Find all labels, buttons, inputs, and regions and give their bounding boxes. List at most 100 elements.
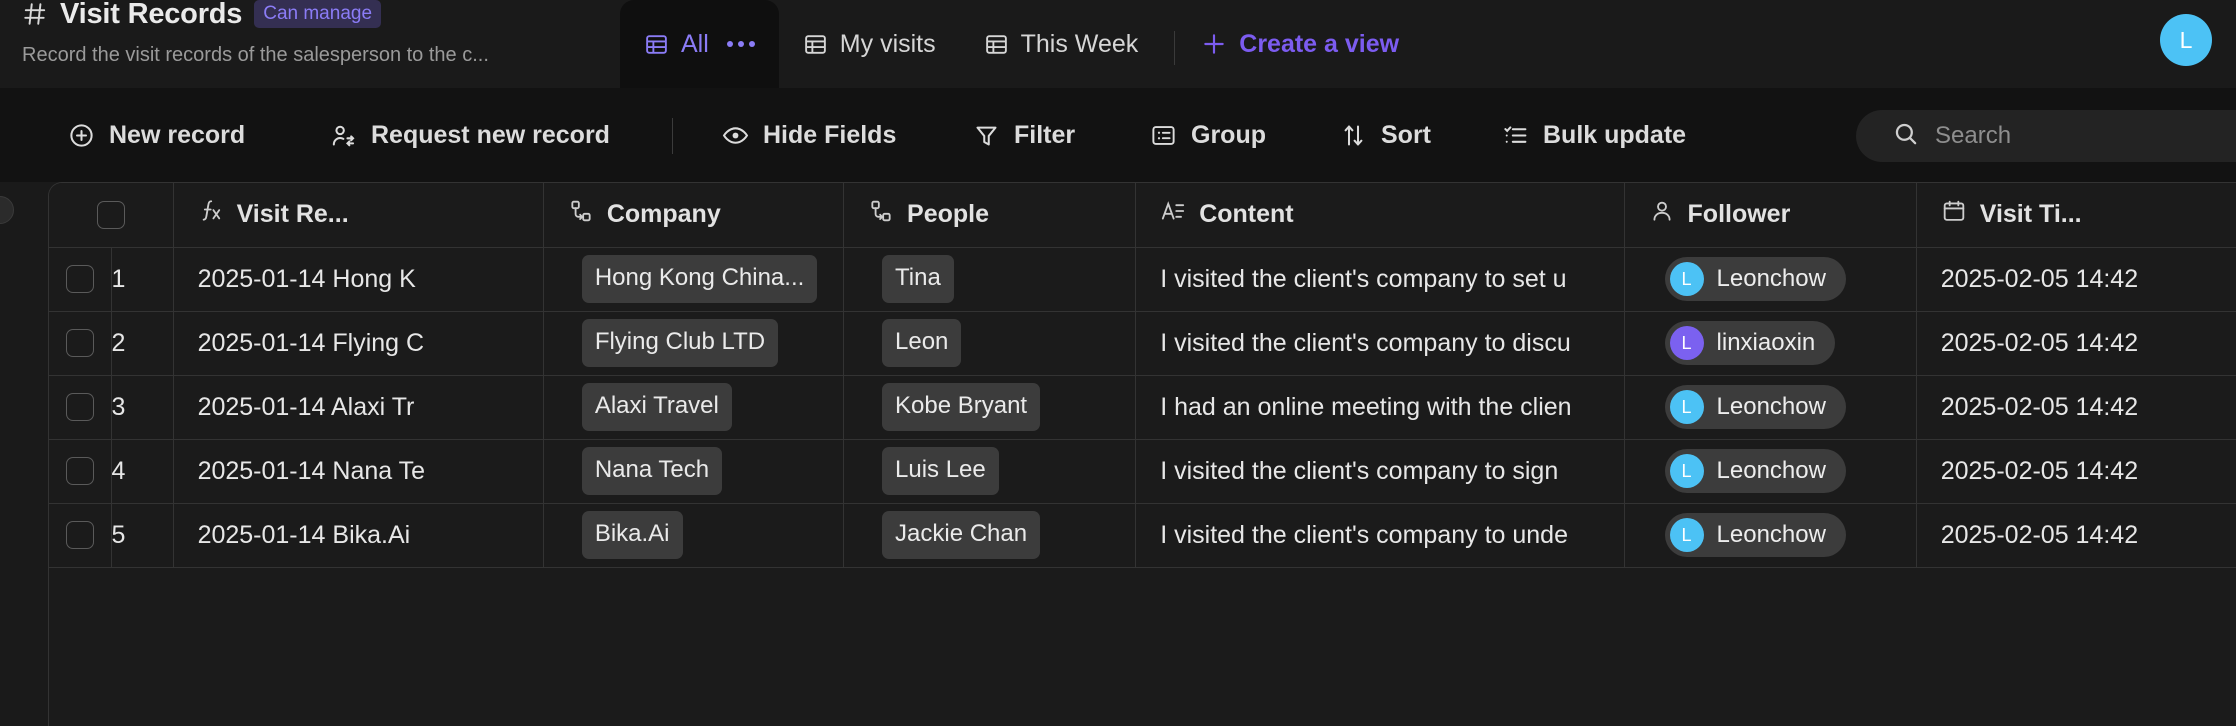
cell-people[interactable]: Jackie Chan (843, 503, 1137, 568)
row-select-cell[interactable] (49, 311, 112, 376)
row-select-cell[interactable] (49, 247, 112, 312)
table-row[interactable]: 4 2025-01-14 Nana Te Nana Tech Luis Lee … (49, 439, 2236, 504)
cell-visit-time[interactable]: 2025-02-05 14:42 (1916, 503, 2236, 568)
create-view-button[interactable]: Create a view (1187, 0, 1413, 88)
company-chip[interactable]: Flying Club LTD (581, 319, 779, 367)
follower-chip[interactable]: L Leonchow (1664, 449, 1846, 493)
cell-content[interactable]: I visited the client's company to unde (1135, 503, 1625, 568)
cell-company[interactable]: Bika.Ai (543, 503, 845, 568)
view-tabs: All My visits This Week Create a view (620, 0, 1413, 88)
company-chip[interactable]: Bika.Ai (581, 511, 683, 559)
search-input[interactable] (1935, 122, 2236, 150)
follower-chip[interactable]: L Leonchow (1664, 257, 1846, 301)
cell-content[interactable]: I visited the client's company to discu (1135, 311, 1625, 376)
tabs-divider (1174, 31, 1176, 65)
people-chip[interactable]: Jackie Chan (882, 511, 1041, 559)
cell-visit-re[interactable]: 2025-01-14 Nana Te (173, 439, 544, 504)
table-row[interactable]: 5 2025-01-14 Bika.Ai Bika.Ai Jackie Chan… (49, 503, 2236, 568)
cell-visit-re[interactable]: 2025-01-14 Hong K (173, 247, 544, 312)
search-box[interactable] (1856, 110, 2236, 162)
cell-visit-re[interactable]: 2025-01-14 Bika.Ai (173, 503, 544, 568)
cell-value: 2025-02-05 14:42 (1940, 456, 2139, 485)
select-all-header[interactable] (49, 183, 174, 248)
people-chip[interactable]: Leon (882, 319, 962, 367)
cell-value: I had an online meeting with the clien (1160, 392, 1572, 421)
cell-value: 2025-02-05 14:42 (1940, 264, 2139, 293)
follower-chip[interactable]: L Leonchow (1664, 513, 1846, 557)
sort-button[interactable]: Sort (1330, 108, 1441, 162)
table-row[interactable]: 3 2025-01-14 Alaxi Tr Alaxi Travel Kobe … (49, 375, 2236, 440)
hide-fields-button[interactable]: Hide Fields (712, 108, 906, 162)
column-header-visit-re[interactable]: Visit Re... (173, 183, 544, 248)
row-select-cell[interactable] (49, 375, 112, 440)
row-checkbox[interactable] (65, 521, 94, 549)
tab-all[interactable]: All (620, 0, 779, 88)
follower-chip[interactable]: L linxiaoxin (1664, 321, 1836, 365)
cell-content[interactable]: I had an online meeting with the clien (1135, 375, 1625, 440)
follower-avatar: L (1669, 518, 1704, 552)
follower-name: Leonchow (1716, 457, 1826, 484)
company-chip[interactable]: Hong Kong China... (581, 255, 818, 303)
column-header-company[interactable]: Company (543, 183, 845, 248)
cell-people[interactable]: Tina (843, 247, 1137, 312)
cell-follower[interactable]: L Leonchow (1624, 375, 1917, 440)
cell-visit-re[interactable]: 2025-01-14 Flying C (173, 311, 544, 376)
cell-people[interactable]: Luis Lee (843, 439, 1137, 504)
company-chip[interactable]: Alaxi Travel (581, 383, 732, 431)
column-label: Follower (1687, 200, 1791, 229)
row-checkbox[interactable] (65, 393, 94, 421)
cell-visit-re[interactable]: 2025-01-14 Alaxi Tr (173, 375, 544, 440)
cell-follower[interactable]: L Leonchow (1624, 439, 1917, 504)
title-block: Visit Records Can manage Record the visi… (22, 0, 489, 67)
request-new-record-button[interactable]: Request new record (320, 108, 620, 162)
cell-value: 2025-01-14 Flying C (197, 328, 425, 357)
people-chip[interactable]: Tina (882, 255, 954, 303)
cell-visit-time[interactable]: 2025-02-05 14:42 (1916, 375, 2236, 440)
select-all-checkbox[interactable] (96, 200, 125, 229)
table-row[interactable]: 1 2025-01-14 Hong K Hong Kong China... T… (49, 247, 2236, 312)
column-header-people[interactable]: People (843, 183, 1137, 248)
follower-chip[interactable]: L Leonchow (1664, 385, 1846, 429)
sidebar-collapse-handle[interactable] (0, 196, 14, 224)
tab-my-visits[interactable]: My visits (779, 0, 960, 88)
cell-value: 2025-01-14 Hong K (197, 264, 416, 293)
column-label: People (907, 200, 989, 229)
cell-company[interactable]: Flying Club LTD (543, 311, 845, 376)
cell-content[interactable]: I visited the client's company to set u (1135, 247, 1625, 312)
cell-visit-time[interactable]: 2025-02-05 14:42 (1916, 439, 2236, 504)
cell-company[interactable]: Alaxi Travel (543, 375, 845, 440)
row-checkbox[interactable] (65, 329, 94, 357)
row-checkbox[interactable] (65, 265, 94, 293)
tab-this-week[interactable]: This Week (960, 0, 1163, 88)
filter-button[interactable]: Filter (963, 108, 1085, 162)
eye-icon (722, 122, 749, 149)
cell-people[interactable]: Leon (843, 311, 1137, 376)
bulk-update-button[interactable]: Bulk update (1492, 108, 1696, 162)
table-row[interactable]: 2 2025-01-14 Flying C Flying Club LTD Le… (49, 311, 2236, 376)
cell-follower[interactable]: L Leonchow (1624, 247, 1917, 312)
cell-visit-time[interactable]: 2025-02-05 14:42 (1916, 311, 2236, 376)
cell-people[interactable]: Kobe Bryant (843, 375, 1137, 440)
company-chip[interactable]: Nana Tech (581, 447, 723, 495)
column-header-content[interactable]: Content (1135, 183, 1625, 248)
cell-value: 2025-02-05 14:42 (1940, 520, 2139, 549)
column-header-visit-ti[interactable]: Visit Ti... (1916, 183, 2236, 248)
tab-more-icon[interactable] (726, 41, 755, 47)
row-checkbox[interactable] (65, 457, 94, 485)
cell-visit-time[interactable]: 2025-02-05 14:42 (1916, 247, 2236, 312)
row-select-cell[interactable] (49, 439, 112, 504)
row-select-cell[interactable] (49, 503, 112, 568)
group-button[interactable]: Group (1140, 108, 1276, 162)
avatar[interactable]: L (2160, 14, 2212, 66)
cell-company[interactable]: Nana Tech (543, 439, 845, 504)
long-text-icon (1160, 198, 1186, 231)
people-chip[interactable]: Luis Lee (882, 447, 999, 495)
plus-circle-icon (68, 122, 95, 149)
cell-content[interactable]: I visited the client's company to sign (1135, 439, 1625, 504)
cell-follower[interactable]: L Leonchow (1624, 503, 1917, 568)
column-header-follower[interactable]: Follower (1624, 183, 1917, 248)
people-chip[interactable]: Kobe Bryant (882, 383, 1041, 431)
cell-company[interactable]: Hong Kong China... (543, 247, 845, 312)
cell-follower[interactable]: L linxiaoxin (1624, 311, 1917, 376)
new-record-button[interactable]: New record (58, 108, 255, 162)
